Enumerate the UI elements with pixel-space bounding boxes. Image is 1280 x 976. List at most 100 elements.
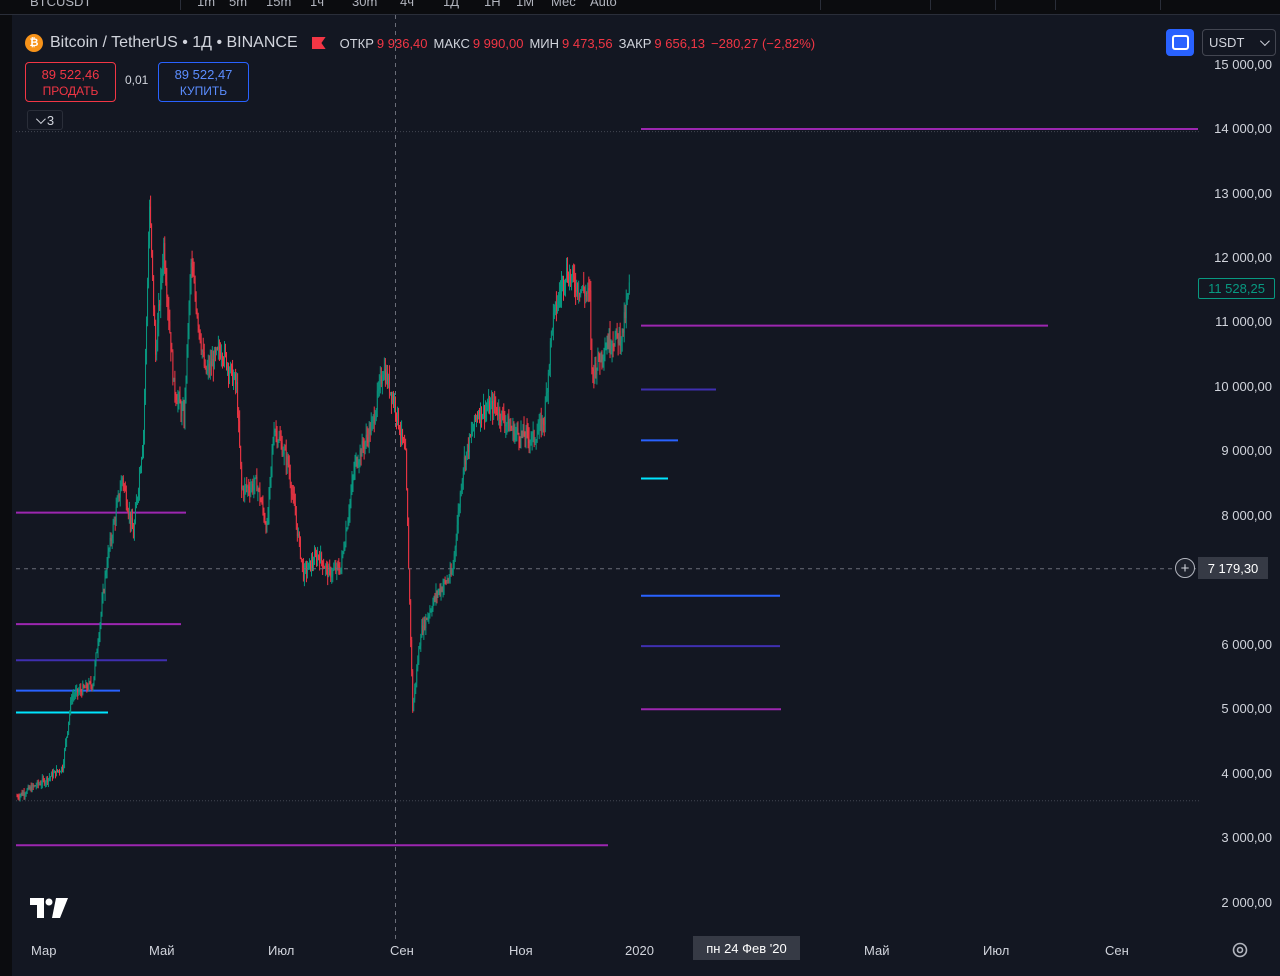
candle-body: [251, 483, 253, 488]
toolbar-item[interactable]: 1ч: [310, 0, 324, 9]
candle-body: [354, 461, 356, 473]
toolbar-item[interactable]: 1Н: [484, 0, 501, 9]
candle-body: [325, 565, 327, 569]
candle-body: [186, 344, 188, 380]
currency-select[interactable]: USDT: [1202, 29, 1276, 56]
add-alert-plus-icon[interactable]: +: [1175, 558, 1195, 578]
candle-body: [120, 481, 122, 491]
candle-body: [497, 412, 499, 416]
candle-body: [258, 488, 260, 490]
candle-body: [79, 689, 81, 692]
candle-body: [596, 367, 598, 375]
candle-body: [320, 553, 322, 563]
candle-body: [613, 345, 615, 347]
candle-body: [237, 382, 239, 415]
open-label: ОТКР: [339, 35, 374, 51]
candle-body: [586, 292, 588, 294]
candle-body: [538, 421, 540, 431]
toolbar-item[interactable]: 1Д: [443, 0, 459, 9]
toolbar-item[interactable]: 5m: [229, 0, 247, 9]
candle-body: [423, 619, 425, 633]
candle-body: [181, 408, 183, 416]
candle-body: [418, 649, 420, 663]
candle-body: [90, 682, 92, 686]
settings-gear-icon[interactable]: [1231, 941, 1249, 959]
candle-body: [593, 371, 595, 378]
candle-body: [171, 351, 173, 353]
candle-body: [570, 273, 571, 281]
candle-body: [151, 224, 153, 251]
candle-body: [420, 637, 422, 646]
toolbar-divider: [180, 0, 181, 10]
price-chart-canvas[interactable]: [12, 15, 1280, 976]
toolbar-item[interactable]: 30m: [352, 0, 377, 9]
candle-body: [209, 361, 211, 371]
candle-body: [273, 432, 275, 443]
candle-body: [425, 618, 427, 628]
candle-body: [213, 350, 215, 369]
candle-body: [419, 645, 421, 650]
candle-body: [155, 325, 157, 355]
toolbar-item[interactable]: Мес: [551, 0, 576, 9]
candle-body: [602, 357, 604, 360]
toolbar-item[interactable]: Auto: [590, 0, 617, 9]
candle-body: [402, 429, 403, 440]
candle-body: [549, 341, 551, 366]
tradingview-logo-icon[interactable]: [30, 898, 68, 918]
flag-icon[interactable]: [311, 37, 326, 49]
candle-body: [414, 688, 416, 700]
candle-body: [45, 777, 47, 783]
candle-body: [305, 566, 306, 568]
toolbar-item[interactable]: 15m: [266, 0, 291, 9]
candle-body: [383, 368, 385, 375]
candle-body: [85, 683, 87, 689]
candle-body: [78, 691, 80, 694]
candle-body: [271, 452, 273, 468]
toolbar-item[interactable]: BTCUSDT: [30, 0, 91, 9]
candle-body: [291, 493, 293, 495]
candle-body: [232, 365, 233, 385]
candle-body: [512, 425, 514, 431]
candle-body: [57, 769, 58, 772]
candle-body: [101, 600, 103, 614]
symbol-title[interactable]: Bitcoin / TetherUS • 1Д • BINANCE: [50, 34, 298, 52]
toolbar-item[interactable]: 1m: [197, 0, 215, 9]
candle-body: [396, 413, 397, 419]
candle-body: [91, 685, 93, 689]
candle-body: [313, 564, 314, 566]
auto-scale-button[interactable]: [1166, 29, 1194, 56]
candle-body: [375, 409, 377, 418]
candle-body: [163, 243, 165, 266]
candle-body: [352, 476, 354, 482]
candle-body: [66, 736, 67, 742]
candle-body: [67, 731, 69, 737]
candle-body: [63, 763, 64, 771]
candle-body: [532, 430, 534, 434]
candle-body: [60, 771, 61, 773]
drawing-toolbar-edge: [0, 15, 12, 976]
candle-body: [250, 487, 252, 493]
candle-body: [50, 776, 51, 778]
candle-body: [582, 285, 584, 290]
candle-body: [331, 575, 333, 578]
toolbar-item[interactable]: 4ч: [400, 0, 414, 9]
toolbar-item[interactable]: 1М: [516, 0, 534, 9]
buy-button[interactable]: 89 522,47 КУПИТЬ: [158, 62, 249, 102]
high-value: 9 990,00: [472, 35, 524, 51]
candle-body: [529, 440, 531, 444]
candle-body: [513, 425, 515, 440]
candle-body: [248, 486, 250, 491]
candle-body: [597, 352, 599, 368]
candle-body: [140, 469, 141, 473]
candle-body: [412, 671, 414, 712]
chart-pane[interactable]: [12, 15, 1280, 976]
candle-body: [47, 778, 49, 783]
indicators-collapse-button[interactable]: 3: [27, 110, 63, 130]
candle-body: [156, 350, 158, 355]
sell-button[interactable]: 89 522,46 ПРОДАТЬ: [25, 62, 116, 102]
candle-body: [527, 430, 529, 438]
candle-body: [280, 439, 282, 443]
candle-body: [144, 395, 145, 434]
candle-body: [426, 618, 428, 620]
candle-body: [623, 312, 625, 333]
